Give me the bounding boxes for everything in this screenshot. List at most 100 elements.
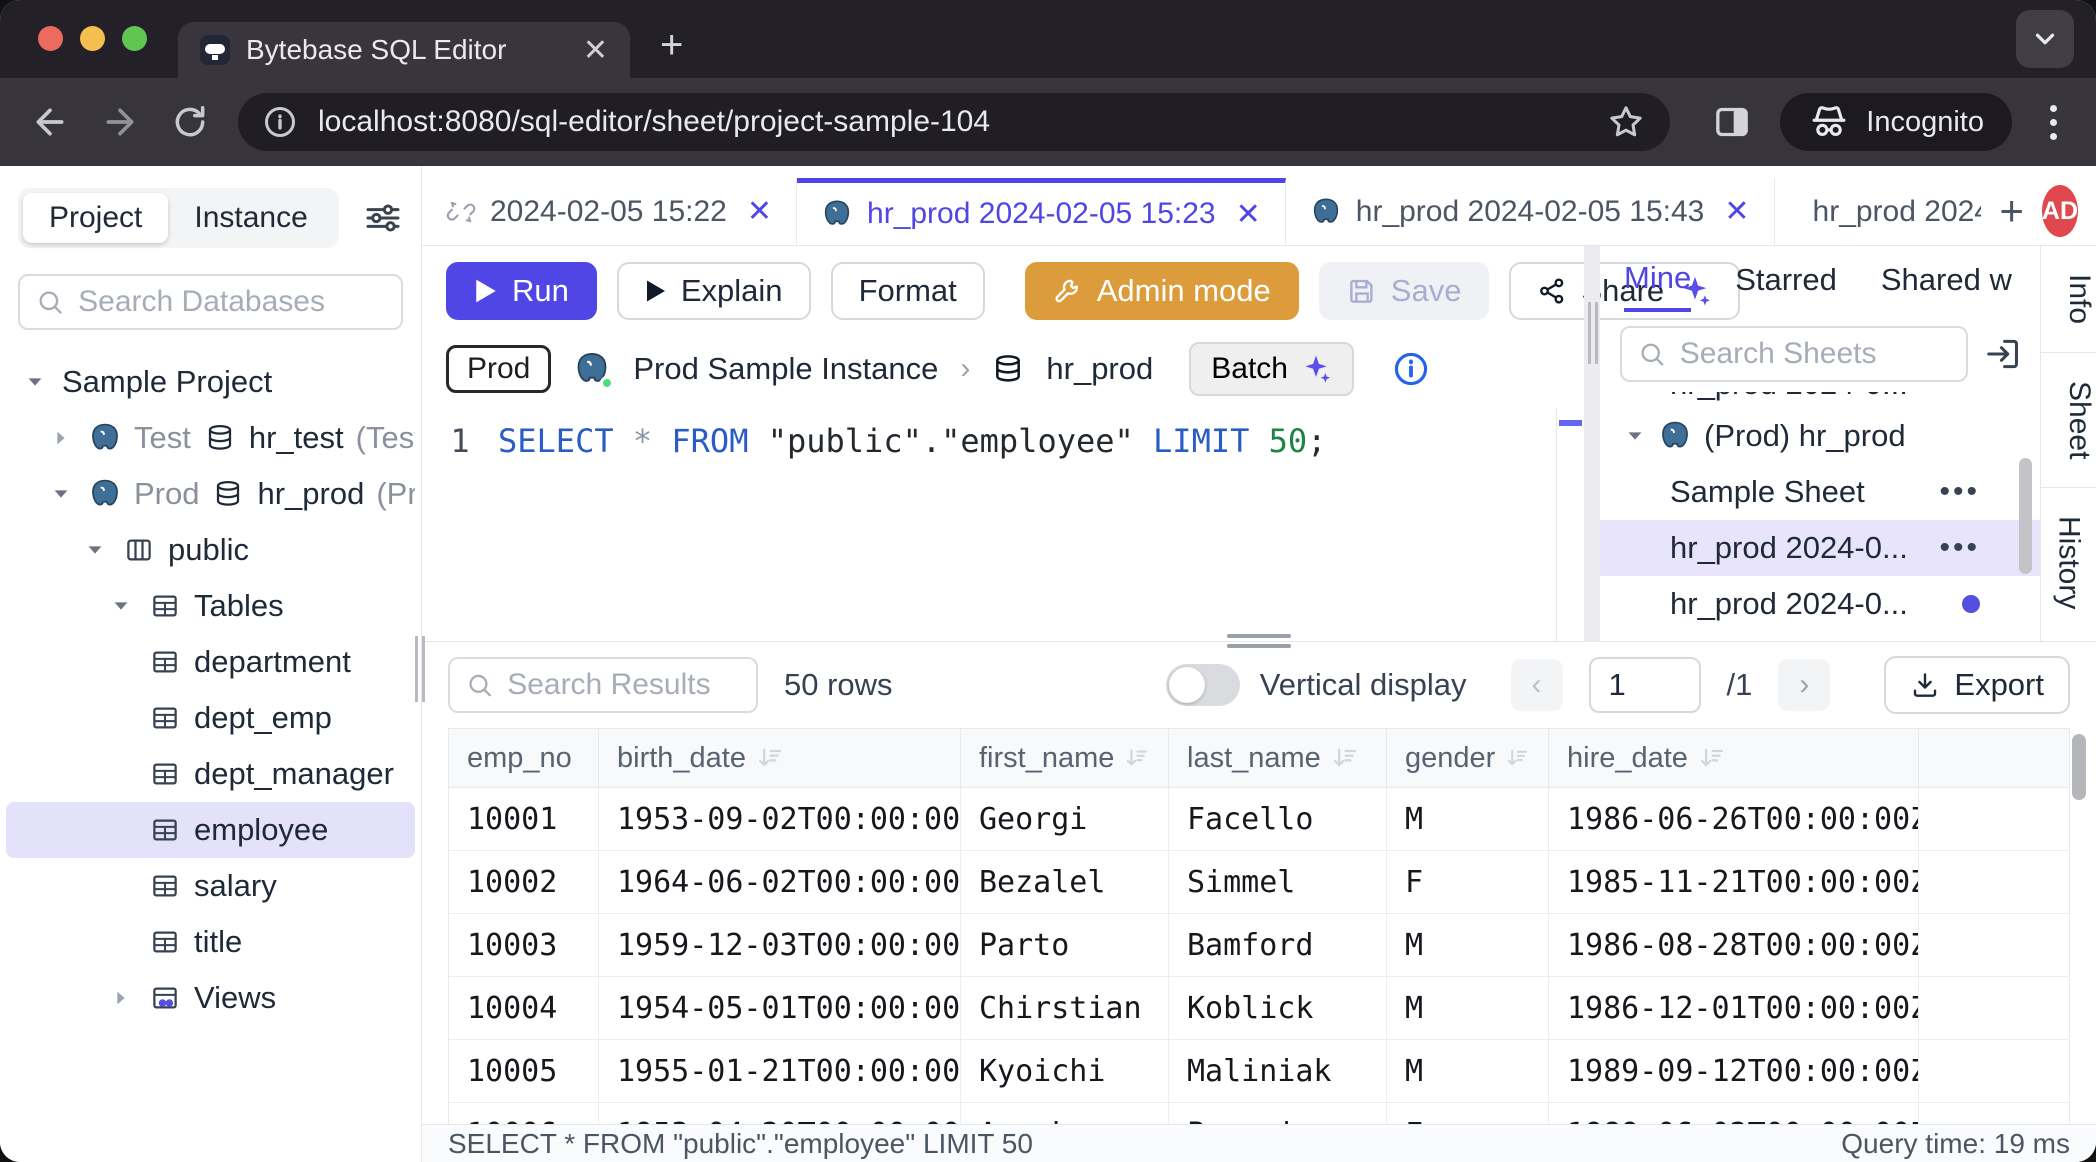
sheet-item-clipped[interactable]: hr_prod 2024-0...••• bbox=[1600, 392, 2040, 408]
filter-settings-button[interactable] bbox=[363, 198, 403, 238]
window-controls[interactable] bbox=[38, 26, 147, 51]
tree-item-hr-test[interactable]: Test hr_test (Test... bbox=[6, 410, 415, 466]
minimize-window-button[interactable] bbox=[80, 26, 105, 51]
sheet-tab-2-active[interactable]: hr_prod 2024-02-05 15:23 ✕ bbox=[797, 178, 1286, 245]
panel-resize-handle[interactable] bbox=[1588, 302, 1598, 364]
sheet-tab-3[interactable]: hr_prod 2024-02-05 15:43 ✕ bbox=[1286, 178, 1775, 245]
sheet-item-unsaved-2[interactable]: hr_prod 2024-0... bbox=[1600, 632, 2040, 641]
sort-icon[interactable] bbox=[1331, 744, 1359, 772]
sheet-tab-4[interactable]: hr_prod 2024-0 bbox=[1775, 178, 1982, 245]
save-button[interactable]: Save bbox=[1319, 262, 1490, 320]
sheet-menu-button[interactable]: ••• bbox=[1939, 531, 1980, 565]
results-search-input[interactable] bbox=[507, 668, 740, 702]
sort-icon[interactable] bbox=[1124, 744, 1150, 772]
open-sheet-icon[interactable] bbox=[1984, 335, 2022, 373]
tree-item-table-title[interactable]: title bbox=[6, 914, 415, 970]
tab-close-icon[interactable]: ✕ bbox=[583, 33, 608, 68]
sheet-item-sample[interactable]: Sample Sheet ••• bbox=[1600, 464, 2040, 520]
sheet-item-current[interactable]: hr_prod 2024-0... ••• bbox=[1600, 520, 2040, 576]
caret-down-icon[interactable] bbox=[24, 371, 46, 393]
close-sheet-icon[interactable]: ✕ bbox=[747, 194, 772, 229]
page-number-input[interactable] bbox=[1589, 657, 1701, 713]
url-text[interactable]: localhost:8080/sql-editor/sheet/project-… bbox=[318, 105, 1586, 139]
tree-item-table-dept-emp[interactable]: dept_emp bbox=[6, 690, 415, 746]
prev-page-button[interactable]: ‹ bbox=[1511, 659, 1563, 711]
address-bar[interactable]: localhost:8080/sql-editor/sheet/project-… bbox=[238, 93, 1670, 151]
tree-item-schema-public[interactable]: public bbox=[6, 522, 415, 578]
batch-button[interactable]: Batch bbox=[1189, 342, 1354, 396]
next-page-button[interactable]: › bbox=[1778, 659, 1830, 711]
caret-right-icon[interactable] bbox=[50, 427, 72, 449]
table-row[interactable]: 100031959-12-03T00:00:00ZPartoBamfordM19… bbox=[449, 914, 2069, 977]
database-search-input[interactable] bbox=[78, 285, 385, 319]
column-header[interactable]: emp_no bbox=[449, 729, 599, 787]
sheet-list-scrollbar[interactable] bbox=[2019, 458, 2032, 574]
tree-item-table-employee[interactable]: employee bbox=[6, 802, 415, 858]
tree-item-hr-prod[interactable]: Prod hr_prod (Pr... bbox=[6, 466, 415, 522]
export-button[interactable]: Export bbox=[1884, 656, 2070, 714]
user-avatar[interactable]: AD bbox=[2042, 185, 2078, 237]
table-row[interactable]: 100021964-06-02T00:00:00ZBezalelSimmelF1… bbox=[449, 851, 2069, 914]
browser-tab[interactable]: Bytebase SQL Editor ✕ bbox=[178, 22, 630, 78]
close-window-button[interactable] bbox=[38, 26, 63, 51]
column-header[interactable]: first_name bbox=[961, 729, 1169, 787]
tree-item-table-salary[interactable]: salary bbox=[6, 858, 415, 914]
column-header[interactable]: hire_date bbox=[1549, 729, 1919, 787]
rail-tab-info[interactable]: Info bbox=[2041, 246, 2096, 353]
sheet-group-hr-prod[interactable]: (Prod) hr_prod bbox=[1600, 408, 2040, 464]
sheet-tab-1[interactable]: 2024-02-05 15:22 ✕ bbox=[422, 178, 797, 245]
close-sheet-icon[interactable]: ✕ bbox=[1724, 194, 1749, 229]
caret-down-icon[interactable] bbox=[84, 539, 106, 561]
admin-mode-button[interactable]: Admin mode bbox=[1025, 262, 1299, 320]
vertical-display-toggle[interactable] bbox=[1166, 664, 1240, 706]
sheet-search[interactable] bbox=[1620, 326, 1968, 382]
table-row[interactable]: 100061953-04-20T00:00:00ZAnnekePreusigF1… bbox=[449, 1103, 2069, 1124]
sort-icon[interactable] bbox=[756, 744, 784, 772]
column-header[interactable]: gender bbox=[1387, 729, 1549, 787]
rail-tab-sheet[interactable]: Sheet bbox=[2041, 353, 2096, 488]
tab-project[interactable]: Project bbox=[23, 193, 168, 243]
site-info-icon[interactable] bbox=[262, 104, 298, 140]
reload-button[interactable] bbox=[168, 100, 212, 144]
info-icon[interactable] bbox=[1392, 350, 1430, 388]
tree-item-table-department[interactable]: department bbox=[6, 634, 415, 690]
caret-down-icon[interactable] bbox=[1624, 425, 1646, 447]
table-row[interactable]: 100041954-05-01T00:00:00ZChirstianKoblic… bbox=[449, 977, 2069, 1040]
format-button[interactable]: Format bbox=[831, 262, 985, 320]
caret-down-icon[interactable] bbox=[50, 483, 72, 505]
results-resize-handle[interactable] bbox=[1227, 634, 1291, 648]
sheet-menu-button[interactable]: ••• bbox=[1939, 475, 1980, 509]
code-editor[interactable]: 1 SELECT * FROM "public"."employee" LIMI… bbox=[422, 408, 1584, 641]
rail-tab-history[interactable]: History bbox=[2052, 488, 2086, 637]
bookmark-star-icon[interactable] bbox=[1606, 102, 1646, 142]
tab-mine[interactable]: Mine bbox=[1624, 260, 1691, 312]
tree-item-views-group[interactable]: Views bbox=[6, 970, 415, 1026]
tree-item-tables-group[interactable]: Tables bbox=[6, 578, 415, 634]
table-row[interactable]: 100051955-01-21T00:00:00ZKyoichiMaliniak… bbox=[449, 1040, 2069, 1103]
forward-button[interactable] bbox=[98, 100, 142, 144]
run-button[interactable]: Run bbox=[446, 262, 597, 320]
tree-item-project[interactable]: Sample Project bbox=[6, 354, 415, 410]
results-scrollbar[interactable] bbox=[2072, 734, 2086, 800]
tab-search-button[interactable] bbox=[2016, 10, 2074, 68]
close-sheet-icon[interactable]: ✕ bbox=[1236, 197, 1261, 232]
table-row[interactable]: 100011953-09-02T00:00:00ZGeorgiFacelloM1… bbox=[449, 788, 2069, 851]
browser-menu-button[interactable] bbox=[2038, 105, 2068, 140]
sheet-item-unsaved[interactable]: hr_prod 2024-0... bbox=[1600, 576, 2040, 632]
sort-icon[interactable] bbox=[1505, 744, 1530, 772]
zoom-window-button[interactable] bbox=[122, 26, 147, 51]
panel-divider[interactable] bbox=[1584, 246, 1600, 641]
editor-minimap[interactable] bbox=[1556, 408, 1584, 641]
back-button[interactable] bbox=[28, 100, 72, 144]
tree-item-table-dept-manager[interactable]: dept_manager bbox=[6, 746, 415, 802]
database-name[interactable]: hr_prod bbox=[1046, 351, 1153, 387]
side-panel-button[interactable] bbox=[1710, 100, 1754, 144]
tab-instance[interactable]: Instance bbox=[168, 193, 333, 243]
sort-icon[interactable] bbox=[1698, 744, 1726, 772]
column-header[interactable]: last_name bbox=[1169, 729, 1387, 787]
add-sheet-button[interactable]: + bbox=[1981, 187, 2042, 235]
caret-down-icon[interactable] bbox=[110, 595, 132, 617]
results-search[interactable] bbox=[448, 657, 758, 713]
tab-shared[interactable]: Shared w bbox=[1881, 262, 2012, 310]
code-line[interactable]: SELECT * FROM "public"."employee" LIMIT … bbox=[498, 408, 1556, 641]
